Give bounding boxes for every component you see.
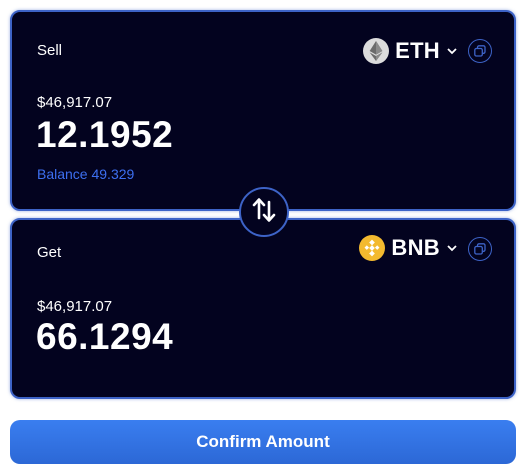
get-card: Get BNB $46,917.07 66.1294: [10, 218, 516, 399]
bnb-icon: [359, 235, 386, 261]
swap-arrows-icon: [251, 196, 277, 229]
get-token-symbol: BNB: [391, 235, 440, 260]
get-amount-value: 66.1294: [36, 316, 174, 357]
chevron-down-icon[interactable]: [446, 242, 458, 254]
get-usd-value: $46,917.07: [37, 298, 113, 315]
sell-token-selector[interactable]: ETH: [363, 38, 458, 64]
sell-amount-input[interactable]: 12.1952: [36, 114, 173, 156]
copy-icon[interactable]: [468, 39, 492, 63]
swap-button[interactable]: [239, 187, 289, 237]
sell-card: Sell ETH $46,917.07 12.1952 Balance 49.3…: [10, 10, 516, 211]
copy-icon[interactable]: [468, 237, 492, 261]
ethereum-icon: [363, 38, 390, 64]
get-token-selector[interactable]: BNB: [359, 235, 458, 261]
get-label: Get: [37, 244, 62, 261]
confirm-amount-button[interactable]: Confirm Amount: [10, 420, 516, 464]
chevron-down-icon[interactable]: [446, 45, 458, 57]
sell-label: Sell: [37, 42, 63, 59]
sell-usd-value: $46,917.07: [37, 94, 113, 111]
sell-balance[interactable]: Balance 49.329: [37, 166, 134, 182]
sell-token-symbol: ETH: [395, 38, 440, 63]
